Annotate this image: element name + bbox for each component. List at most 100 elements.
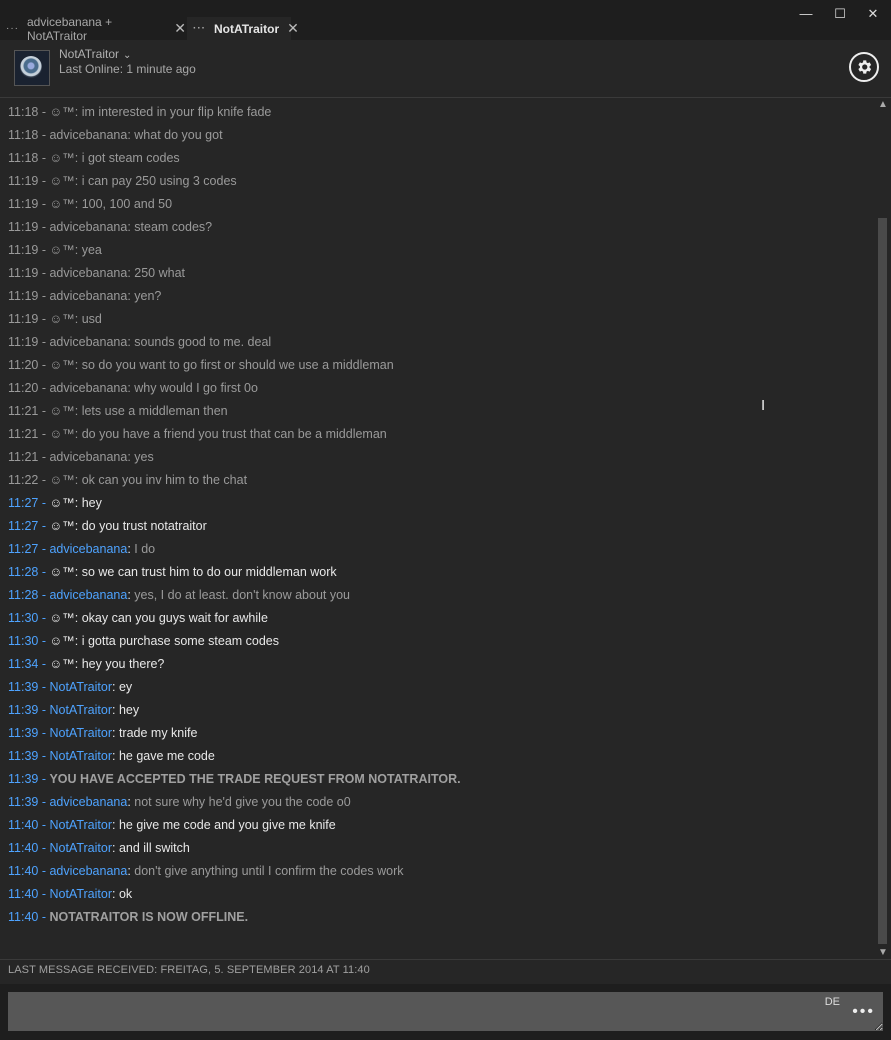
message-author[interactable]: NotATraitor [49,841,112,855]
message-timestamp: 11:19 [8,174,39,188]
message-text: im interested in your flip knife fade [81,105,272,119]
message-text: lets use a middleman then [81,404,228,418]
gear-icon [858,60,872,74]
message-timestamp: 11:19 [8,312,39,326]
chat-message: 11:30 - ☺™: i gotta purchase some steam … [8,631,279,651]
author-colon: : [74,611,82,625]
message-separator: - [38,335,50,349]
close-icon[interactable]: ✕ [864,6,882,22]
message-author[interactable]: ☺™ [49,358,74,372]
system-message: 11:40 - NOTATRAITOR IS NOW OFFLINE. [8,907,248,927]
message-author[interactable]: NotATraitor [49,680,112,694]
message-timestamp: 11:39 [8,772,39,786]
message-text: not sure why he'd give you the code o0 [134,795,351,809]
tab-menu-icon[interactable]: ··· [6,23,19,34]
message-author[interactable]: NotATraitor [49,749,112,763]
chat-message: 11:20 - ☺™: so do you want to go first o… [8,355,394,375]
message-separator: - [38,427,50,441]
scrollbar-thumb[interactable] [878,218,887,944]
message-separator: - [38,588,50,602]
maximize-icon[interactable]: ☐ [831,6,849,22]
message-author[interactable]: NotATraitor [49,726,112,740]
message-timestamp: 11:40 [8,910,39,924]
tab-menu-icon[interactable]: ··· [193,23,206,34]
message-text: why would I go first 0o [134,381,258,395]
tab-close-icon[interactable]: ✕ [174,20,186,37]
message-separator: - [38,151,50,165]
message-author[interactable]: advicebanana [49,289,127,303]
message-timestamp: 11:18 [8,151,39,165]
message-author[interactable]: advicebanana [49,128,127,142]
author-colon: : [74,197,82,211]
message-text: what do you got [134,128,223,142]
message-timestamp: 11:39 [8,703,39,717]
message-author[interactable]: advicebanana [49,220,127,234]
author-colon: : [111,818,119,832]
message-text: do you trust notatraitor [81,519,207,533]
message-author[interactable]: advicebanana [49,450,127,464]
message-author[interactable]: ☺™ [49,243,74,257]
tab-group-chat[interactable]: ··· advicebanana + NotATraitor ✕ [0,15,186,43]
message-author[interactable]: advicebanana [49,864,127,878]
message-separator: - [38,864,50,878]
message-author[interactable]: advicebanana [49,542,127,556]
scroll-up-icon[interactable]: ▲ [876,98,890,112]
message-author[interactable]: ☺™ [49,151,74,165]
message-text: hey [118,703,140,717]
message-author[interactable]: advicebanana [49,381,127,395]
message-text: 250 what [134,266,186,280]
message-author[interactable]: ☺™ [49,404,74,418]
message-text: yen? [134,289,162,303]
chat-message: 11:28 - advicebanana: yes, I do at least… [8,585,350,605]
message-author[interactable]: NotATraitor [49,887,112,901]
message-author[interactable]: NotATraitor [49,818,112,832]
message-author[interactable]: ☺™ [49,312,74,326]
scroll-down-icon[interactable]: ▼ [876,946,890,960]
message-author[interactable]: ☺™ [49,105,74,119]
message-separator: - [38,128,50,142]
message-compose-area: DE ••• [0,984,891,1040]
chat-message: 11:39 - NotATraitor: he gave me code [8,746,215,766]
message-timestamp: 11:28 [8,565,39,579]
message-input[interactable] [8,992,883,1031]
message-author[interactable]: ☺™ [49,473,74,487]
tab-close-icon[interactable]: ✕ [287,20,299,37]
message-timestamp: 11:40 [8,864,39,878]
message-separator: - [38,703,50,717]
tab-notatraitor[interactable]: ··· NotATraitor ✕ [187,17,299,40]
chat-message: 11:21 - ☺™: lets use a middleman then [8,401,228,421]
author-colon: : [74,312,82,326]
message-author: ☺™ [49,657,75,671]
message-text: ok [118,887,133,901]
message-author[interactable]: advicebanana [49,335,127,349]
message-author[interactable]: advicebanana [49,266,127,280]
chat-log[interactable]: 11:18 - ☺™: im interested in your flip k… [0,98,875,958]
chat-scrollbar[interactable]: ▲ ▼ [876,98,890,960]
chat-message: 11:34 - ☺™: hey you there? [8,654,164,674]
minimize-icon[interactable]: — [797,6,815,22]
message-author[interactable]: advicebanana [49,795,127,809]
message-author[interactable]: advicebanana [49,588,127,602]
chat-message: 11:40 - NotATraitor: he give me code and… [8,815,336,835]
author-colon: : [74,657,82,671]
message-author[interactable]: ☺™ [49,427,74,441]
chevron-down-icon: ⌄ [123,50,132,61]
chat-message: 11:27 - ☺™: do you trust notatraitor [8,516,207,536]
message-author[interactable]: ☺™ [49,197,74,211]
message-author[interactable]: ☺™ [49,174,74,188]
settings-button[interactable] [849,52,879,82]
message-text: I do [134,542,156,556]
chat-message: 11:20 - advicebanana: why would I go fir… [8,378,258,398]
chat-message: 11:19 - ☺™: usd [8,309,102,329]
message-text: hey [81,496,102,510]
chat-message: 11:27 - ☺™: hey [8,493,102,513]
chat-message: 11:19 - advicebanana: yen? [8,286,161,306]
more-options-icon[interactable]: ••• [852,1003,875,1021]
message-text: so do you want to go first or should we … [81,358,394,372]
message-timestamp: 11:19 [8,220,39,234]
message-text: ey [118,680,133,694]
friend-name-dropdown[interactable]: NotATraitor ⌄ [59,47,131,61]
message-timestamp: 11:18 [8,128,39,142]
avatar[interactable] [14,50,50,86]
message-author[interactable]: NotATraitor [49,703,112,717]
